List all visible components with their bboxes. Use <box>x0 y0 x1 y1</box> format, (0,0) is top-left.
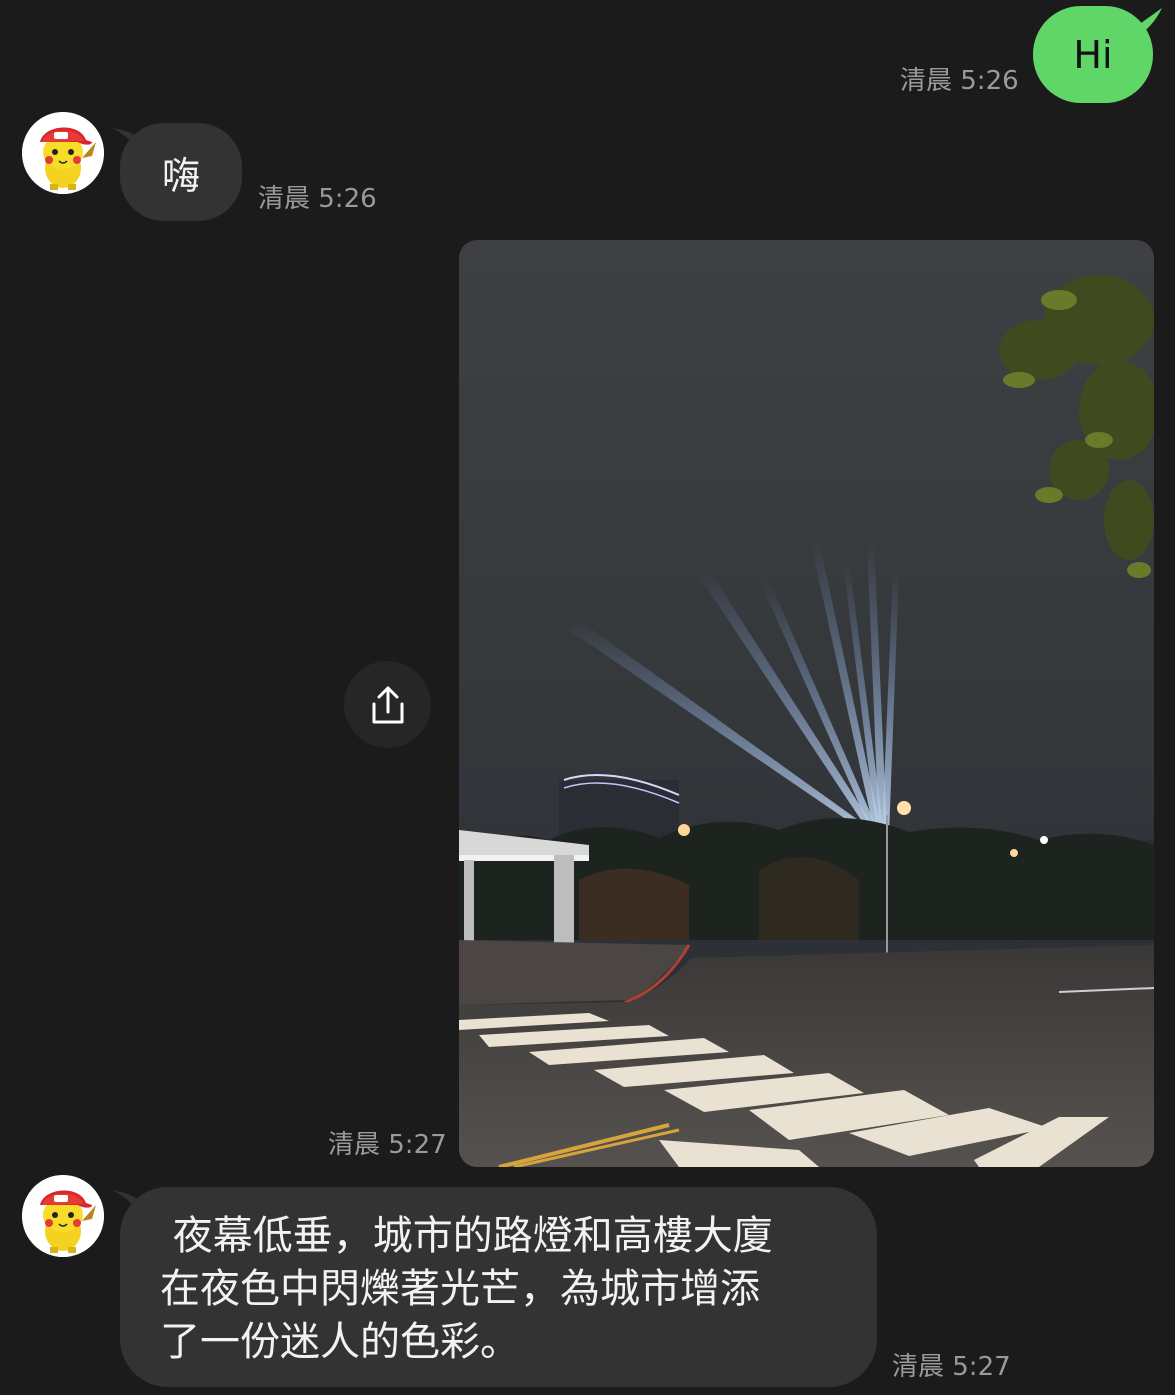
pikachu-avatar-icon <box>22 1175 104 1257</box>
message-timestamp: 清晨 5:27 <box>328 1130 447 1160</box>
contact-avatar[interactable] <box>22 112 104 194</box>
share-icon <box>372 686 403 723</box>
message-text-line: 在夜色中閃爍著光芒，為城市增添 <box>160 1266 760 1312</box>
share-button[interactable] <box>344 661 431 748</box>
message-text: 嗨 <box>161 153 200 198</box>
chat-view: 清晨 5:26 Hi 嗨 清晨 5:26 清晨 5:27 夜幕低垂，城市的路燈和… <box>0 0 1175 1395</box>
message-text: Hi <box>1073 32 1113 77</box>
night-city-photo <box>459 240 1154 1167</box>
outgoing-message-bubble[interactable]: Hi <box>1033 6 1153 103</box>
message-text-line: 了一份迷人的色彩。 <box>160 1319 520 1365</box>
message-text-line: 夜幕低垂，城市的路燈和高樓大廈 <box>160 1213 773 1259</box>
message-timestamp: 清晨 5:27 <box>892 1352 1011 1382</box>
contact-avatar[interactable] <box>22 1175 104 1257</box>
photo-message[interactable] <box>459 240 1154 1167</box>
pikachu-avatar-icon <box>22 112 104 194</box>
message-timestamp: 清晨 5:26 <box>258 184 377 214</box>
incoming-message-bubble[interactable]: 夜幕低垂，城市的路燈和高樓大廈 在夜色中閃爍著光芒，為城市增添 了一份迷人的色彩… <box>120 1187 877 1387</box>
incoming-message-bubble[interactable]: 嗨 <box>120 123 242 221</box>
message-timestamp: 清晨 5:26 <box>900 66 1019 96</box>
